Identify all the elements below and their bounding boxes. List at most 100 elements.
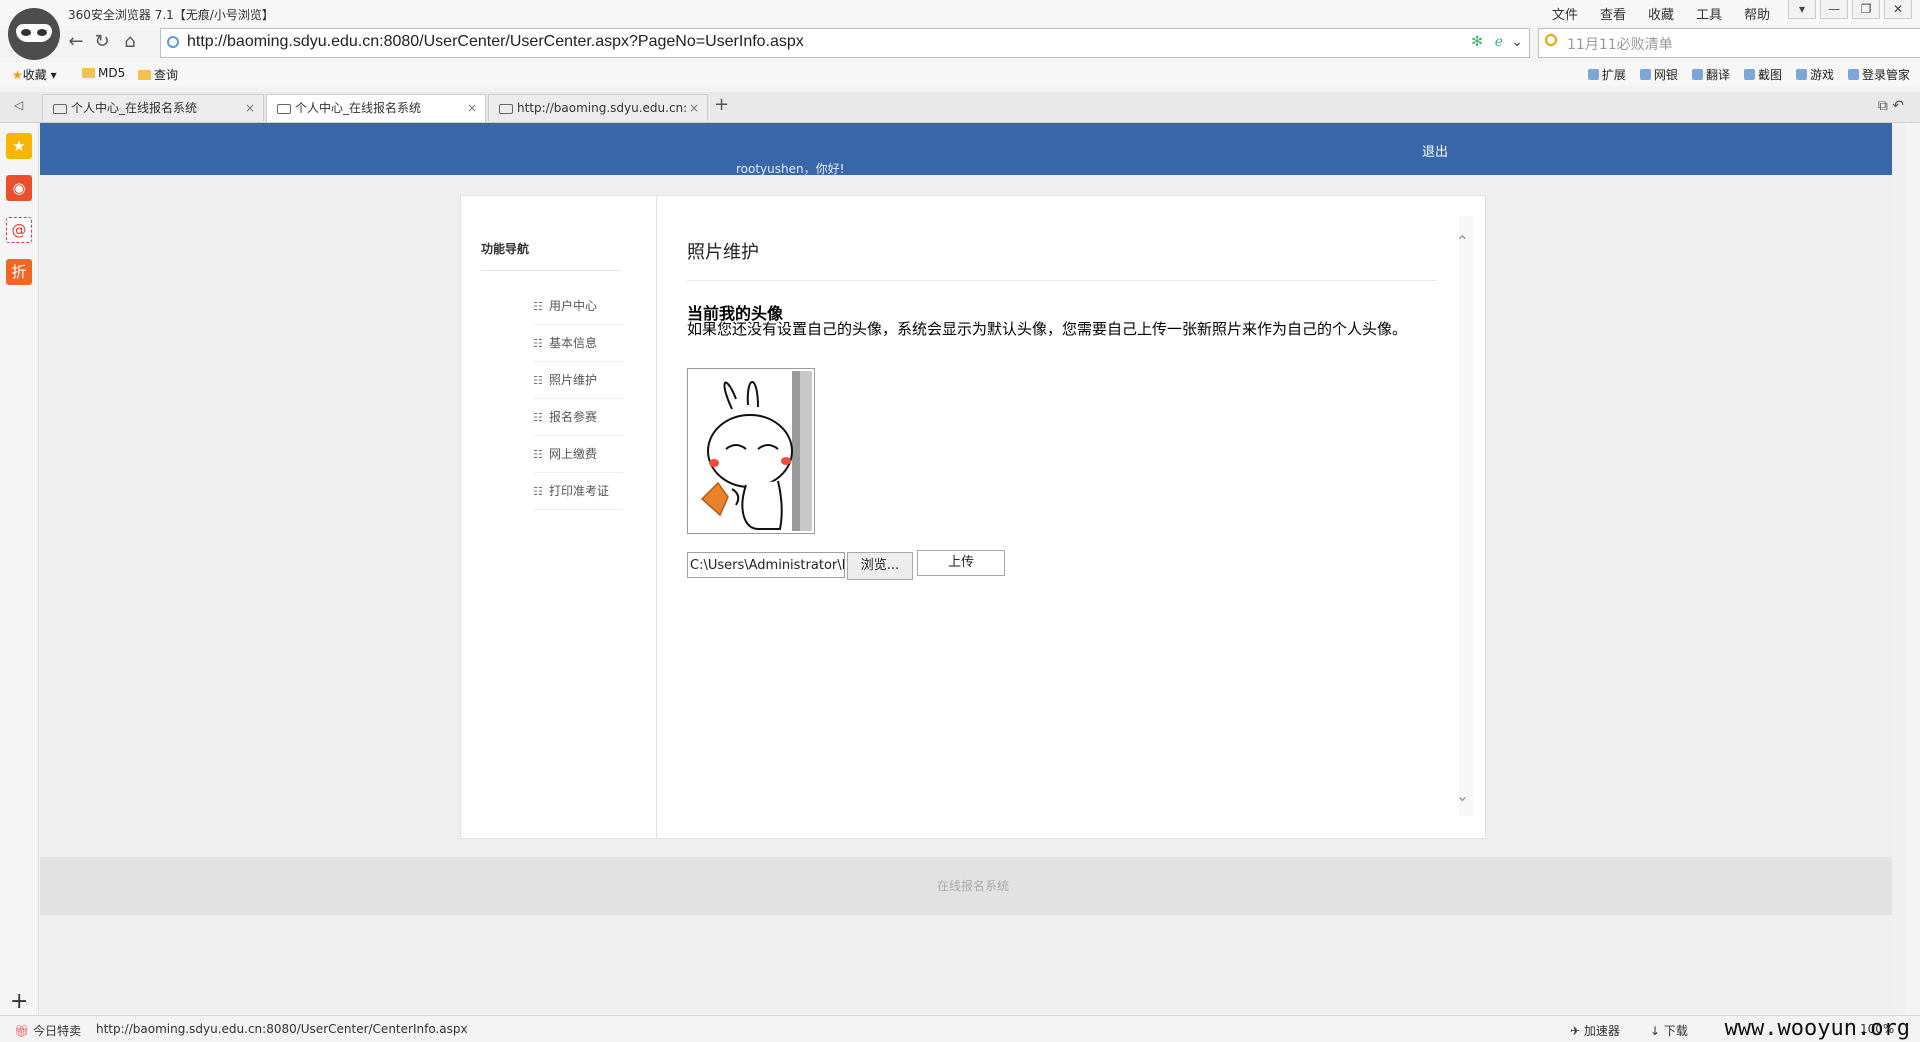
gift-icon: 🎁︎ [14,1024,30,1038]
chevron-down-icon[interactable]: ⌄ [1511,34,1523,50]
compat-mode-icon[interactable]: ℯ [1495,34,1503,50]
maximize-button[interactable]: ❐ [1852,0,1880,19]
address-bar[interactable]: http://baoming.sdyu.edu.cn:8080/UserCent… [160,28,1530,58]
divider [481,270,621,271]
toolbar-extensions: 扩展 网银 翻译 截图 游戏 登录管家 [1588,66,1910,83]
address-row: ← ↻ ⌂ http://baoming.sdyu.edu.cn:8080/Us… [64,28,1920,58]
menu-tools[interactable]: 工具 [1696,4,1722,23]
tab-2-active[interactable]: 个人中心_在线报名系统 × [266,94,486,122]
nav-title: 功能导航 [481,242,530,256]
list-icon: ☷ [533,448,543,461]
restore-tab-icon[interactable]: ⧉ ↶ [1878,98,1904,114]
scroll-up-icon[interactable]: ⌃ [1456,232,1469,251]
tab-bar: ◁ 个人中心_在线报名系统 × 个人中心_在线报名系统 × http://bao… [0,92,1920,123]
bookmark-favorites[interactable]: ★收藏 ▾ [12,66,57,83]
tool-translate[interactable]: 翻译 [1692,66,1730,83]
flag-icon [499,104,513,114]
tool-screenshot[interactable]: 截图 [1744,66,1782,83]
new-tab-button[interactable]: + [714,94,729,115]
page-title: 照片维护 [687,242,759,263]
home-icon[interactable]: ⌂ [118,30,142,54]
speed-mode-icon[interactable]: ✻ [1471,34,1483,50]
discount-icon[interactable]: 折 [6,259,32,285]
nav-item-basic-info[interactable]: ☷ 基本信息 [533,325,623,362]
inner-scrollbar[interactable] [1459,216,1473,816]
site-footer: 在线报名系统 [40,857,1906,915]
title-bar: 360安全浏览器 7.1【无痕/小号浏览】 文件 查看 收藏 工具 帮助 ▾ —… [0,0,1920,26]
menu-file[interactable]: 文件 [1552,4,1578,23]
left-sidebar: ★ ◉ @ 折 + [0,123,39,1015]
menu-bar: 文件 查看 收藏 工具 帮助 [1552,4,1770,23]
favorites-star-icon[interactable]: ★ [6,133,32,159]
folder-icon [138,70,151,80]
status-bar: 🎁︎ 今日特卖 http://baoming.sdyu.edu.cn:8080/… [0,1015,1920,1042]
function-nav: 功能导航 ☷ 用户中心 ☷ 基本信息 ☷ 照片维护 ☷ 报名参赛 ☷ 网上缴费 ☷ 打印准考… [461,196,657,838]
avatar-image [687,368,815,534]
list-icon: ☷ [533,485,543,498]
back-arrow-icon[interactable]: ← [64,30,88,54]
user-greeting: rootyushen，你好! [736,162,845,176]
web-page: 退出 rootyushen，你好! 功能导航 ☷ 用户中心 ☷ 基本信息 ☷ 照片维护… [40,123,1906,1015]
search-placeholder: 11月11必败清单 [1567,37,1673,53]
list-icon: ☷ [533,300,543,313]
daily-deals-link[interactable]: 🎁︎ 今日特卖 [14,1022,81,1039]
list-icon: ☷ [533,374,543,387]
tab-3[interactable]: http://baoming.sdyu.edu.cn: × [488,94,708,121]
weibo-icon[interactable]: ◉ [6,175,32,201]
nav-item-admission-ticket[interactable]: ☷ 打印准考证 [533,473,623,510]
close-button[interactable]: ✕ [1884,0,1912,19]
tab-list-icon[interactable]: ◁ [14,98,23,112]
tool-extensions[interactable]: 扩展 [1588,66,1626,83]
menu-help[interactable]: 帮助 [1744,4,1770,23]
avatar-description: 如果您还没有设置自己的头像，系统会显示为默认头像，您需要自己上传一张新照片来作为… [687,320,1408,338]
skin-icon[interactable]: ▾ [1788,0,1816,19]
site-header: 退出 rootyushen，你好! [40,123,1906,176]
scroll-down-icon[interactable]: ⌄ [1456,786,1469,805]
browser-logo-icon[interactable] [8,8,60,60]
download-button[interactable]: ↓ 下载 [1650,1022,1688,1039]
tool-login-manager[interactable]: 登录管家 [1848,66,1910,83]
close-tab-icon[interactable]: × [467,95,477,122]
bookmarks-bar: ★收藏 ▾ MD5 查询 扩展 网银 翻译 截图 游戏 登录管家 [0,62,1920,86]
menu-favorites[interactable]: 收藏 [1648,4,1674,23]
status-url: http://baoming.sdyu.edu.cn:8080/UserCent… [96,1022,468,1036]
window-title: 360安全浏览器 7.1【无痕/小号浏览】 [68,8,274,22]
browse-button[interactable]: 浏览... [847,552,913,580]
nav-item-register[interactable]: ☷ 报名参赛 [533,399,623,436]
flag-icon [277,104,291,114]
star-icon: ★ [12,68,23,82]
close-tab-icon[interactable]: × [689,95,699,121]
page-scrollbar[interactable] [1892,123,1906,1015]
search-box[interactable]: 11月11必败清单 ⌕ [1538,28,1920,58]
main-container: 功能导航 ☷ 用户中心 ☷ 基本信息 ☷ 照片维护 ☷ 报名参赛 ☷ 网上缴费 ☷ 打印准考… [460,195,1486,839]
watermark-text: www.wooyun.org [1724,1016,1910,1041]
bookmark-query[interactable]: 查询 [138,66,178,83]
mail-icon[interactable]: @ [6,217,32,243]
tab-1[interactable]: 个人中心_在线报名系统 × [42,94,264,121]
tool-bank[interactable]: 网银 [1640,66,1678,83]
nav-item-user-center[interactable]: ☷ 用户中心 [533,288,623,325]
content-area: ⌃ ⌄ 照片维护 当前我的头像 如果您还没有设置自己的头像，系统会显示为默认头像… [657,196,1485,838]
accelerator-button[interactable]: ✈ 加速器 [1570,1022,1620,1039]
footer-text: 在线报名系统 [936,879,1010,893]
logout-link[interactable]: 退出 [1422,141,1448,160]
minimize-button[interactable]: — [1820,0,1848,19]
rabbit-avatar-illustration [700,371,812,531]
close-tab-icon[interactable]: × [245,95,255,122]
nav-item-payment[interactable]: ☷ 网上缴费 [533,436,623,473]
add-sidebar-icon[interactable]: + [10,989,28,1014]
search-engine-icon[interactable] [1545,34,1557,46]
folder-icon [82,68,95,78]
address-url[interactable]: http://baoming.sdyu.edu.cn:8080/UserCent… [187,33,804,51]
flag-icon [53,104,67,114]
menu-view[interactable]: 查看 [1600,4,1626,23]
window-controls: ▾ — ❐ ✕ [1788,0,1912,19]
bookmark-md5[interactable]: MD5 [82,66,125,80]
file-path-input[interactable]: C:\Users\Administrator\De [687,552,845,578]
list-icon: ☷ [533,411,543,424]
tool-games[interactable]: 游戏 [1796,66,1834,83]
list-icon: ☷ [533,337,543,350]
upload-button[interactable]: 上传 [917,550,1005,576]
refresh-icon[interactable]: ↻ [90,30,114,54]
nav-item-photo[interactable]: ☷ 照片维护 [533,362,623,399]
